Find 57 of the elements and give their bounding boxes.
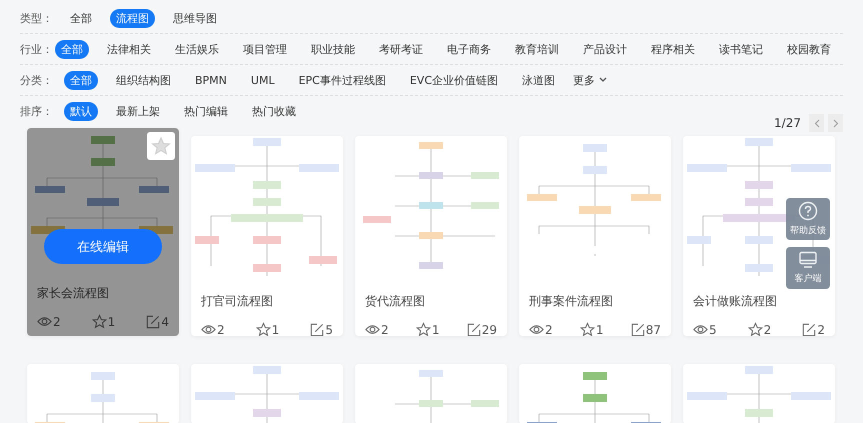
template-title: 家长会流程图 xyxy=(37,285,110,302)
filter-option[interactable]: 法律相关 xyxy=(101,40,157,58)
filter-option[interactable]: EPC事件过程线图 xyxy=(292,70,392,90)
favorite-count: 1 xyxy=(432,322,440,336)
filter-option[interactable]: 全部 xyxy=(55,40,89,58)
edit-online-button[interactable]: 在线编辑 xyxy=(44,229,162,264)
template-card[interactable]: 刑事案件流程图 2 1 87 xyxy=(519,136,671,336)
filter-label: 分类： xyxy=(20,72,54,88)
edit-count: 5 xyxy=(325,322,333,336)
filter-option[interactable]: BPMN xyxy=(189,72,233,88)
filter-option[interactable]: EVC企业价值链图 xyxy=(404,70,504,90)
filter-option[interactable]: 热门编辑 xyxy=(178,102,234,120)
edit-count: 4 xyxy=(161,314,169,328)
template-title: 打官司流程图 xyxy=(201,293,274,310)
filter-label: 排序： xyxy=(20,104,54,118)
edit-count: 29 xyxy=(482,322,497,336)
template-title: 刑事案件流程图 xyxy=(529,293,614,310)
filter-option[interactable]: 流程图 xyxy=(110,8,155,28)
filter-option[interactable]: 组织结构图 xyxy=(110,70,177,90)
view-count: 2 xyxy=(53,314,61,328)
template-title: 会计做账流程图 xyxy=(693,293,778,310)
filter-option[interactable]: 全部 xyxy=(64,70,98,90)
filter-option[interactable]: 热门收藏 xyxy=(246,102,302,120)
favorite-count: 1 xyxy=(596,322,604,336)
template-title: 货代流程图 xyxy=(365,293,426,310)
favorite-count: 1 xyxy=(108,314,116,328)
filter-option[interactable]: 默认 xyxy=(64,102,98,120)
filter-label: 类型： xyxy=(20,10,54,26)
more-dropdown[interactable]: 更多 xyxy=(573,70,607,90)
favorite-count: 2 xyxy=(764,322,772,336)
filter-option[interactable]: 考研考证 xyxy=(373,40,429,58)
filter-option[interactable]: 教育培训 xyxy=(509,40,565,58)
filter-option[interactable]: 思维导图 xyxy=(167,8,223,28)
edit-count: 87 xyxy=(646,322,661,336)
favorite-count: 1 xyxy=(272,322,280,336)
template-card[interactable]: 家长会流程图 2 1 4 在线编辑 xyxy=(27,128,179,336)
view-count: 2 xyxy=(381,322,389,336)
filter-option[interactable]: 读书笔记 xyxy=(713,40,769,58)
view-count: 2 xyxy=(217,322,225,336)
filter-option[interactable]: 全部 xyxy=(64,8,98,28)
filter-option[interactable]: 产品设计 xyxy=(577,40,633,58)
filter-option[interactable]: 校园教育 xyxy=(781,40,837,58)
view-count: 2 xyxy=(545,322,553,336)
filter-option[interactable]: 电子商务 xyxy=(441,40,497,58)
filter-option[interactable]: 生活娱乐 xyxy=(169,40,225,58)
filter-option[interactable]: 项目管理 xyxy=(237,40,293,58)
template-card[interactable]: 货代流程图 2 1 29 xyxy=(355,136,507,336)
edit-count: 2 xyxy=(817,322,825,336)
filter-option[interactable]: UML xyxy=(244,72,281,88)
page-indicator: 1/27 xyxy=(774,116,801,130)
filter-option[interactable]: 程序相关 xyxy=(645,40,701,58)
filter-option[interactable]: 最新上架 xyxy=(110,102,166,120)
view-count: 5 xyxy=(709,322,717,336)
filter-label: 行业： xyxy=(20,42,54,56)
template-card[interactable]: 打官司流程图 2 1 5 xyxy=(191,136,343,336)
filter-option[interactable]: 泳道图 xyxy=(516,70,561,90)
filter-option[interactable]: 职业技能 xyxy=(305,40,361,58)
